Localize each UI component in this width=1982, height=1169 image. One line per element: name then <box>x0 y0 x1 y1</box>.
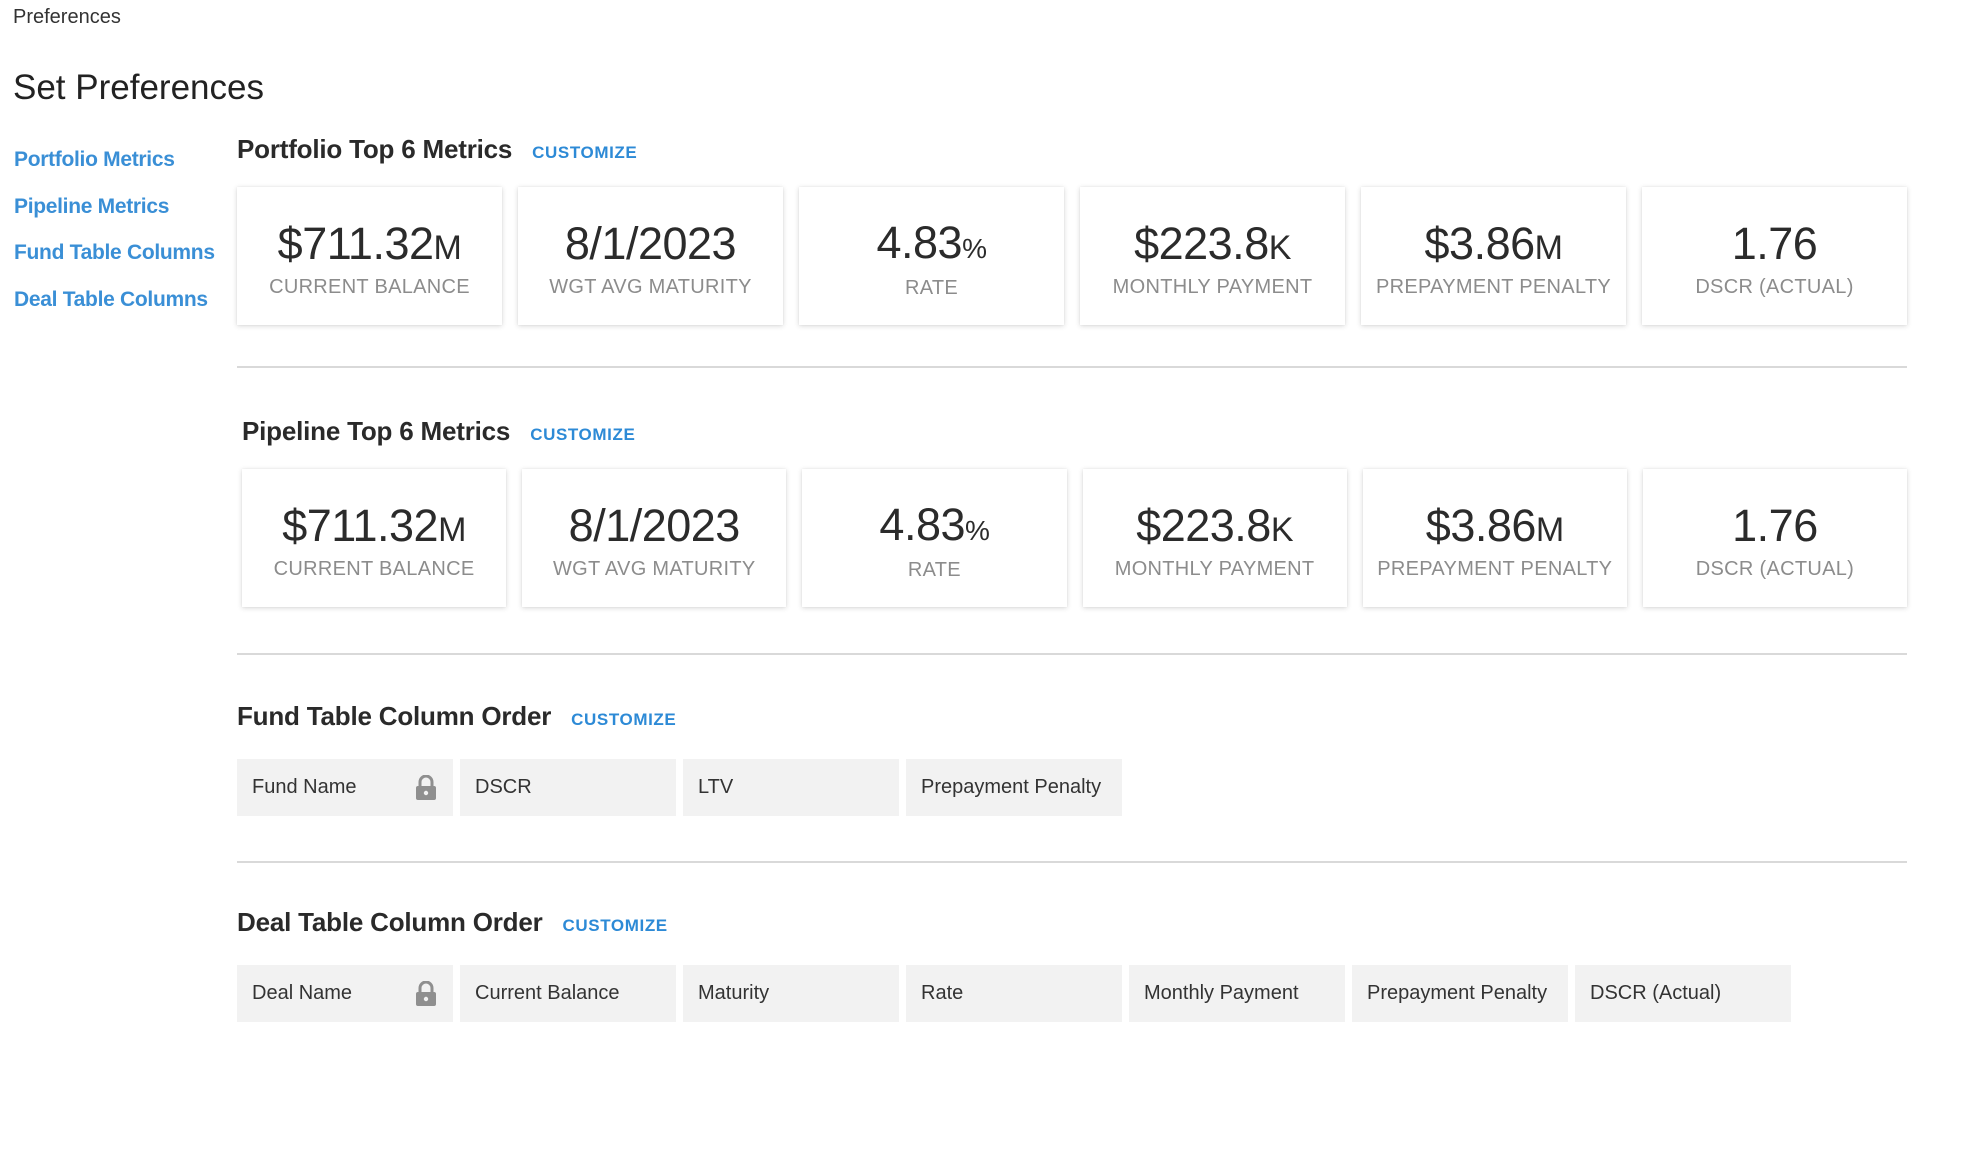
metric-value: $223.8K <box>1136 499 1294 551</box>
column-chip-label: Monthly Payment <box>1144 982 1299 1004</box>
column-chip-maturity[interactable]: Maturity <box>683 965 899 1022</box>
column-chip-rate[interactable]: Rate <box>906 965 1122 1022</box>
metric-value: 1.76 <box>1732 499 1818 551</box>
fund-customize-button[interactable]: CUSTOMIZE <box>571 710 676 730</box>
metric-label: DSCR (ACTUAL) <box>1695 275 1854 298</box>
column-chip-label: Maturity <box>698 982 770 1004</box>
column-chip-dscr[interactable]: DSCR <box>460 759 676 816</box>
section-divider <box>237 366 1907 368</box>
sidebar-item-fund-table-columns[interactable]: Fund Table Columns <box>14 239 224 286</box>
page-title: Set Preferences <box>13 68 264 107</box>
metric-card-rate: 4.83% RATE <box>802 469 1067 607</box>
metric-label: MONTHLY PAYMENT <box>1112 275 1313 298</box>
metric-card-dscr-actual: 1.76 DSCR (ACTUAL) <box>1642 469 1908 607</box>
metric-card-wgt-avg-maturity: 8/1/2023 WGT AVG MATURITY <box>518 187 783 325</box>
section-divider <box>237 653 1907 655</box>
metric-value: 8/1/2023 <box>564 217 737 269</box>
column-chip-current-balance[interactable]: Current Balance <box>460 965 676 1022</box>
pipeline-metrics-section: Pipeline Top 6 Metrics CUSTOMIZE $711.32… <box>237 416 1908 607</box>
metric-value: $223.8K <box>1134 217 1291 269</box>
sidebar-nav: Portfolio Metrics Pipeline Metrics Fund … <box>14 146 224 332</box>
column-chip-monthly-payment[interactable]: Monthly Payment <box>1129 965 1345 1022</box>
pipeline-metrics-row: $711.32M CURRENT BALANCE 8/1/2023 WGT AV… <box>242 469 1908 607</box>
section-divider <box>237 861 1907 863</box>
portfolio-section-title: Portfolio Top 6 Metrics <box>237 134 513 164</box>
fund-table-columns-section: Fund Table Column Order CUSTOMIZE Fund N… <box>237 701 1907 816</box>
metric-value: $711.32M <box>277 217 462 269</box>
metric-card-dscr-actual: 1.76 DSCR (ACTUAL) <box>1642 187 1907 325</box>
sidebar-item-portfolio-metrics[interactable]: Portfolio Metrics <box>14 146 224 193</box>
lock-icon <box>415 774 437 801</box>
metric-label: CURRENT BALANCE <box>273 557 475 580</box>
pipeline-customize-button[interactable]: CUSTOMIZE <box>530 425 635 445</box>
lock-icon <box>415 980 437 1007</box>
column-chip-label: LTV <box>698 776 734 798</box>
fund-columns-row: Fund Name DSCR LTV Prepayment Penalty <box>237 759 1907 816</box>
metric-value: $711.32M <box>282 499 466 551</box>
metric-label: CURRENT BALANCE <box>269 275 470 298</box>
column-chip-label: Prepayment Penalty <box>1367 982 1548 1004</box>
metric-card-current-balance: $711.32M CURRENT BALANCE <box>242 469 507 607</box>
metric-label: RATE <box>904 276 959 299</box>
deal-columns-row: Deal Name Current Balance Maturity Rate … <box>237 965 1907 1022</box>
column-chip-label: DSCR <box>475 776 532 798</box>
metric-label: RATE <box>907 558 961 581</box>
column-chip-label: DSCR (Actual) <box>1590 982 1722 1004</box>
metric-label: WGT AVG MATURITY <box>552 557 756 580</box>
column-chip-prepayment-penalty[interactable]: Prepayment Penalty <box>1352 965 1568 1022</box>
metric-value: 8/1/2023 <box>568 499 741 551</box>
column-chip-ltv[interactable]: LTV <box>683 759 899 816</box>
portfolio-customize-button[interactable]: CUSTOMIZE <box>532 143 637 163</box>
column-chip-prepayment-penalty[interactable]: Prepayment Penalty <box>906 759 1122 816</box>
column-chip-label: Fund Name <box>252 776 357 798</box>
app-title: Preferences <box>13 6 121 28</box>
sidebar-item-deal-table-columns[interactable]: Deal Table Columns <box>14 286 224 333</box>
portfolio-metrics-row: $711.32M CURRENT BALANCE 8/1/2023 WGT AV… <box>237 187 1907 325</box>
column-chip-fund-name[interactable]: Fund Name <box>237 759 453 816</box>
metric-value: $3.86M <box>1424 217 1563 269</box>
pipeline-section-title: Pipeline Top 6 Metrics <box>242 416 511 446</box>
metric-value: 4.83% <box>879 498 990 550</box>
deal-section-title: Deal Table Column Order <box>237 907 543 937</box>
fund-section-title: Fund Table Column Order <box>237 701 552 731</box>
column-chip-label: Prepayment Penalty <box>921 776 1102 798</box>
metric-card-rate: 4.83% RATE <box>799 187 1064 325</box>
metric-label: WGT AVG MATURITY <box>549 275 752 298</box>
deal-table-columns-section: Deal Table Column Order CUSTOMIZE Deal N… <box>237 907 1907 1022</box>
metric-value: 4.83% <box>876 216 988 268</box>
metric-card-prepayment-penalty: $3.86M PREPAYMENT PENALTY <box>1362 469 1627 607</box>
metric-label: MONTHLY PAYMENT <box>1114 557 1315 580</box>
column-chip-label: Deal Name <box>252 982 353 1004</box>
metric-value: 1.76 <box>1731 217 1818 269</box>
metric-card-current-balance: $711.32M CURRENT BALANCE <box>237 187 502 325</box>
metric-value: $3.86M <box>1425 499 1564 551</box>
main-content: Portfolio Top 6 Metrics CUSTOMIZE $711.3… <box>237 130 1908 1022</box>
metric-card-prepayment-penalty: $3.86M PREPAYMENT PENALTY <box>1361 187 1626 325</box>
metric-label: DSCR (ACTUAL) <box>1695 557 1855 580</box>
column-chip-label: Rate <box>921 982 964 1004</box>
portfolio-metrics-section: Portfolio Top 6 Metrics CUSTOMIZE $711.3… <box>237 134 1907 325</box>
deal-customize-button[interactable]: CUSTOMIZE <box>563 916 668 936</box>
metric-label: PREPAYMENT PENALTY <box>1375 275 1612 298</box>
metric-card-monthly-payment: $223.8K MONTHLY PAYMENT <box>1080 187 1345 325</box>
sidebar-item-pipeline-metrics[interactable]: Pipeline Metrics <box>14 193 224 240</box>
column-chip-label: Current Balance <box>475 982 620 1004</box>
column-chip-dscr-actual[interactable]: DSCR (Actual) <box>1575 965 1791 1022</box>
metric-card-monthly-payment: $223.8K MONTHLY PAYMENT <box>1082 469 1347 607</box>
column-chip-deal-name[interactable]: Deal Name <box>237 965 453 1022</box>
metric-card-wgt-avg-maturity: 8/1/2023 WGT AVG MATURITY <box>522 469 787 607</box>
metric-label: PREPAYMENT PENALTY <box>1377 557 1613 580</box>
